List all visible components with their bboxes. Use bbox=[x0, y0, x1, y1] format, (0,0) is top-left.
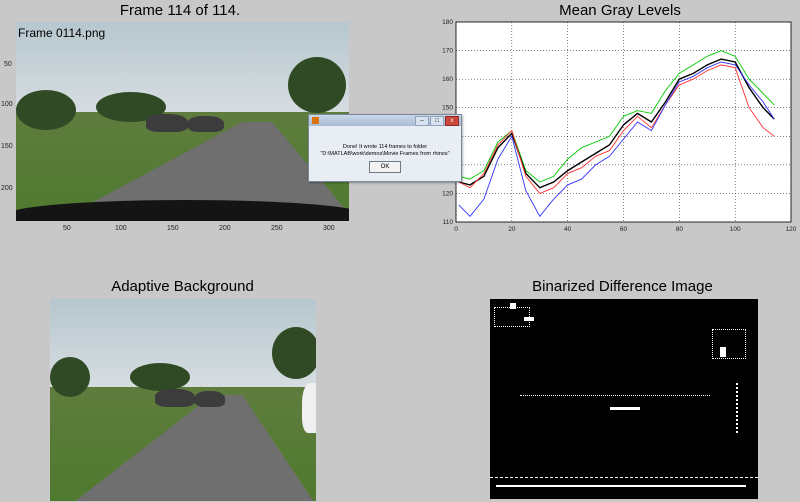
y-tick: 150 bbox=[1, 143, 13, 150]
x-tick-label: 80 bbox=[676, 226, 684, 233]
x-tick-label: 100 bbox=[730, 226, 741, 233]
x-tick-label: 40 bbox=[564, 226, 572, 233]
y-tick-label: 120 bbox=[442, 190, 453, 197]
x-tick-label: 60 bbox=[620, 226, 628, 233]
x-tick: 150 bbox=[167, 225, 179, 232]
y-tick: 100 bbox=[1, 101, 13, 108]
y-tick: 50 bbox=[4, 61, 12, 68]
y-tick-label: 160 bbox=[442, 76, 453, 83]
rhino bbox=[188, 116, 224, 132]
frame-image: Frame 0114.png bbox=[16, 22, 349, 221]
y-tick-label: 110 bbox=[443, 219, 454, 226]
minimize-button[interactable]: – bbox=[415, 116, 429, 126]
frame-title: Frame 114 of 114. bbox=[119, 2, 241, 19]
car-dashboard bbox=[16, 200, 349, 221]
rhino bbox=[155, 389, 195, 407]
x-tick: 200 bbox=[219, 225, 231, 232]
x-tick: 50 bbox=[63, 225, 71, 232]
y-tick: 200 bbox=[1, 185, 13, 192]
car-side bbox=[302, 383, 316, 433]
x-tick-label: 120 bbox=[786, 226, 797, 233]
matlab-icon bbox=[312, 117, 319, 124]
y-tick-label: 150 bbox=[442, 105, 453, 112]
x-tick: 300 bbox=[323, 225, 335, 232]
y-tick-label: 170 bbox=[442, 48, 453, 55]
x-tick-label: 20 bbox=[508, 226, 516, 233]
adaptive-title: Adaptive Background bbox=[111, 278, 254, 295]
rhino bbox=[195, 391, 225, 407]
ok-button[interactable]: OK bbox=[369, 161, 401, 173]
binarized-difference-image bbox=[490, 299, 758, 499]
close-button[interactable]: x bbox=[445, 116, 459, 126]
x-tick: 100 bbox=[115, 225, 127, 232]
done-dialog: – □ x Done! It wrote 114 frames to folde… bbox=[308, 114, 462, 182]
x-tick: 250 bbox=[271, 225, 283, 232]
rhino bbox=[146, 114, 188, 132]
binarized-title: Binarized Difference Image bbox=[532, 278, 713, 295]
frame-filename: Frame 0114.png bbox=[18, 26, 106, 40]
dialog-message-line1: Done! It wrote 114 frames to folder bbox=[342, 144, 428, 150]
dialog-message-line2: "D:\MATLAB\work\demos\Movie Frames from … bbox=[320, 151, 450, 157]
y-tick-label: 180 bbox=[442, 19, 453, 26]
x-tick-label: 0 bbox=[454, 226, 458, 233]
dialog-message: Done! It wrote 114 frames to folder "D:\… bbox=[309, 126, 461, 158]
adaptive-background-image bbox=[50, 299, 316, 501]
dialog-titlebar[interactable]: – □ x bbox=[309, 115, 461, 126]
maximize-button[interactable]: □ bbox=[430, 116, 444, 126]
mean-gray-chart: 020406080100120110120130140150160170180 bbox=[442, 19, 797, 233]
